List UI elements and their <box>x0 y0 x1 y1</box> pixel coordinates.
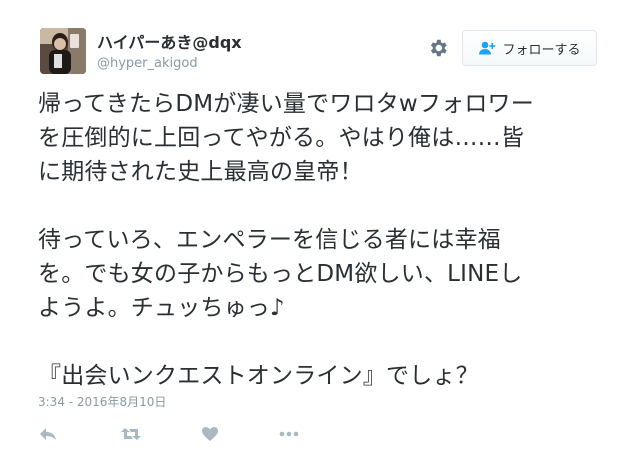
user-avatar-photo-icon <box>40 28 86 74</box>
display-name[interactable]: ハイパーあき@dqx <box>97 33 242 53</box>
tweet-paragraph: 帰ってきたらDMが凄い量でワロタwフォロワー を圧倒的に上回ってやがる。やはり俺… <box>38 91 534 185</box>
retweet-button[interactable] <box>120 424 142 444</box>
tweet-actions <box>38 424 338 446</box>
more-dots-icon <box>279 431 299 437</box>
follow-button-label: フォローする <box>502 42 581 58</box>
avatar[interactable] <box>40 28 86 74</box>
retweet-icon <box>121 428 141 440</box>
tweet-timestamp[interactable]: 3:34 - 2016年8月10日 <box>38 395 166 409</box>
tweet-card: ハイパーあき@dqx @hyper_akigod フォローする 帰ってきたらDM… <box>0 0 636 475</box>
more-button[interactable] <box>278 424 300 444</box>
tweet-text: 帰ってきたらDMが凄い量でワロタwフォロワー を圧倒的に上回ってやがる。やはり俺… <box>38 87 598 393</box>
like-button[interactable] <box>200 424 220 444</box>
paragraph-spacer <box>38 189 598 223</box>
add-user-icon <box>479 41 496 55</box>
paragraph-spacer <box>38 325 598 359</box>
tweet-paragraph: 『出会いンクエストオンライン』でしょ？ <box>38 363 479 389</box>
reply-button[interactable] <box>38 424 58 444</box>
follow-button[interactable]: フォローする <box>462 30 597 66</box>
gear-icon[interactable] <box>427 37 449 59</box>
reply-icon <box>40 428 56 440</box>
screen-name[interactable]: @hyper_akigod <box>97 55 198 72</box>
heart-icon <box>202 427 218 441</box>
tweet-paragraph: 待っていろ、エンペラーを信じる者には幸福 を。でも女の子からもっとDM欲しい、L… <box>38 227 523 321</box>
